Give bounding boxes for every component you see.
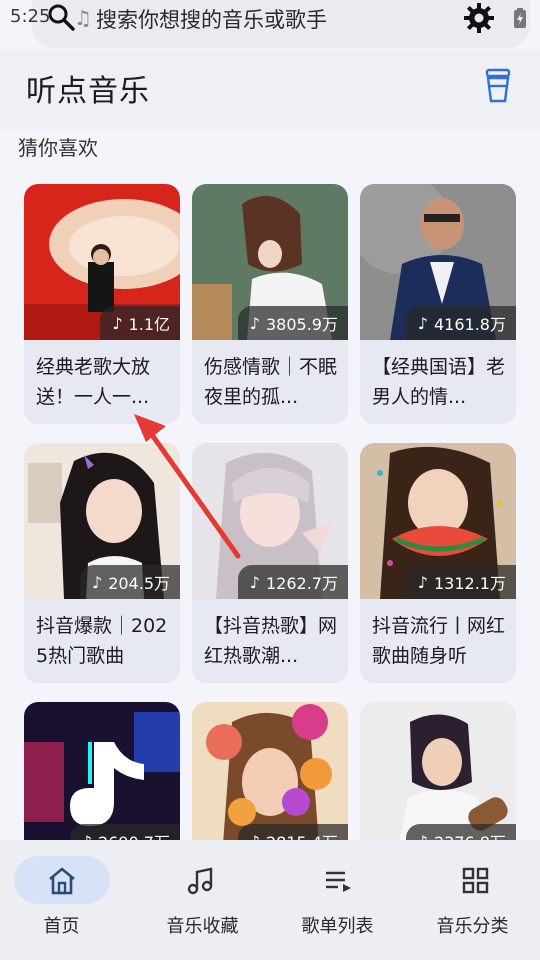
status-bar: 5:25 ♫ 搜索你想搜的音乐或歌手 [0,0,540,50]
music-note-icon: ♪ [91,572,103,592]
playlist-title: 【抖音热歌】网红热歌潮... [204,615,338,667]
nav-label: 首页 [43,916,80,937]
search-input[interactable]: 搜索你想搜的音乐或歌手 [96,4,327,34]
music-note-icon: ♪ [250,832,260,841]
nav-item-playlists[interactable]: 歌单列表 [270,840,405,960]
play-count-badge: ♪ 1262.7万 [237,565,348,599]
playlist-title: 抖音流行丨网红歌曲随身听 [372,615,506,667]
status-time: 5:25 [10,6,51,27]
bottom-nav: 首页 音乐收藏 歌单列表 音乐分类 [0,840,540,960]
nav-item-categories[interactable]: 音乐分类 [405,840,540,960]
playlist-card[interactable]: ♪ 1262.7万 【抖音热歌】网红热歌潮... [192,443,348,683]
play-count-badge: ♪ 1312.1万 [405,565,516,599]
music-note-icon: ♪ [112,313,123,333]
playlist-cover [192,702,348,840]
play-count-badge: ♪ 204.5万 [79,565,180,599]
music-collection-icon [187,867,213,895]
music-note-icon: ♫ [74,6,92,30]
playlist-grid: ♪ 1.1亿 经典老歌大放送！一人一... ♪ 3805.9万 伤感情歌｜不眠夜… [0,0,540,840]
playlist-cover [360,702,516,840]
playlist-title: 抖音爆款｜2025热门歌曲 [36,615,168,667]
search-icon[interactable] [46,2,76,32]
nav-item-music-collection[interactable]: 音乐收藏 [135,840,270,960]
battery-icon [514,8,526,28]
music-note-icon: ♪ [417,313,428,333]
playlist-card[interactable]: ♪ 4161.8万 【经典国语】老男人的情... [360,184,516,424]
playlist-card[interactable]: ♪ 1312.1万 抖音流行丨网红歌曲随身听 [360,443,516,683]
nav-label: 音乐分类 [436,916,509,937]
playlist-icon [326,871,351,892]
playlist-card[interactable]: ♪ 2376.8万 [360,702,516,840]
music-note-icon: ♪ [82,832,92,841]
play-count-badge: ♪ 3805.9万 [237,306,348,340]
playlist-card[interactable]: ♪ 204.5万 抖音爆款｜2025热门歌曲 [24,443,180,683]
playlist-title: 伤感情歌｜不眠夜里的孤... [204,356,338,408]
playlist-card[interactable]: ♪ 3805.9万 伤感情歌｜不眠夜里的孤... [192,184,348,424]
nav-label: 歌单列表 [301,916,374,937]
playlist-card[interactable]: ♪ 2815.4万 [192,702,348,840]
gear-icon[interactable] [463,2,495,34]
nav-label: 音乐收藏 [166,916,239,937]
playlist-cover [24,702,180,840]
play-count-badge: ♪ 2690.7万 [69,824,180,841]
playlist-title: 【经典国语】老男人的情... [372,356,506,408]
playlist-title: 经典老歌大放送！一人一... [36,356,151,408]
music-note-icon: ♪ [417,572,428,592]
nav-item-home[interactable]: 首页 [0,840,135,960]
home-icon [49,867,75,895]
music-note-icon: ♪ [249,313,260,333]
play-count-badge: ♪ 4161.8万 [405,306,516,340]
play-count-badge: ♪ 1.1亿 [100,306,180,340]
play-count-badge: ♪ 2376.8万 [405,824,516,841]
playlist-card[interactable]: ♪ 2690.7万 [24,702,180,840]
playlist-card[interactable]: ♪ 1.1亿 经典老歌大放送！一人一... [24,184,180,424]
music-note-icon: ♪ [249,572,260,592]
music-note-icon: ♪ [418,832,428,841]
category-icon [462,867,489,894]
play-count-badge: ♪ 2815.4万 [237,824,348,841]
